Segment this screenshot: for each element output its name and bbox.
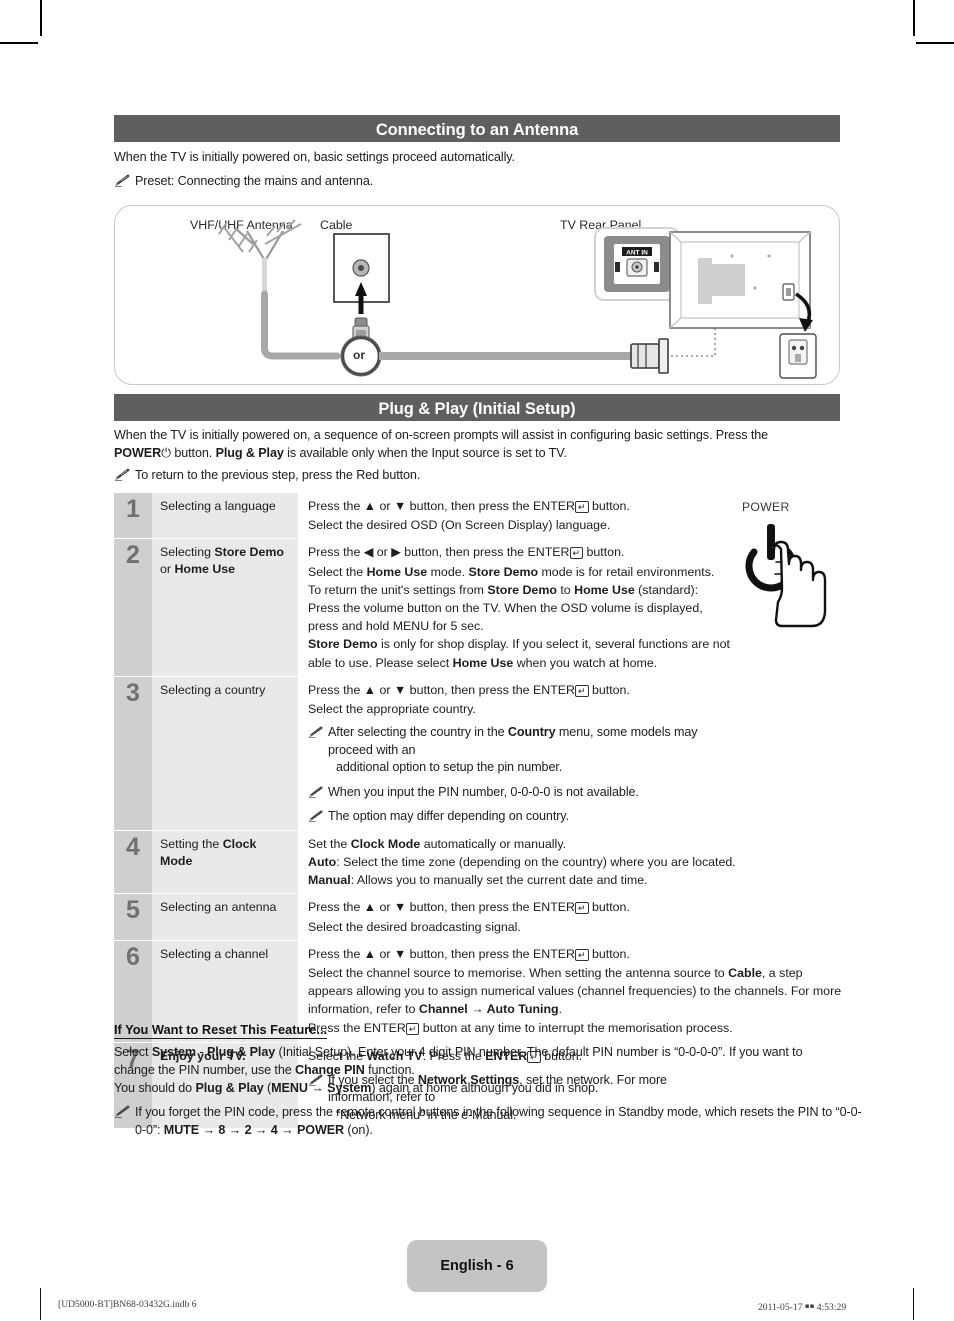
page-number-badge: English - 6 — [407, 1240, 547, 1292]
plugplay-intro-text: When the TV is initially powered on, a s… — [114, 427, 814, 462]
step-number: 1 — [114, 493, 152, 539]
reset-section-heading: If You Want to Reset This Feature... — [114, 1022, 328, 1039]
step-title: Selecting a language — [152, 493, 298, 539]
section-header-antenna-title: Connecting to an Antenna — [375, 121, 579, 139]
step-number: 2 — [114, 539, 152, 676]
print-file-reference: [UD5000-BT]BN68-03432G.indb 6 — [58, 1299, 197, 1310]
power-button-illustration — [726, 516, 846, 628]
power-glyph-icon: ⏻ — [161, 445, 171, 460]
plugplay-intro-mid: button. — [170, 445, 216, 460]
step-desc-line: Select the Home Use mode. Store Demo mod… — [308, 564, 715, 579]
step-number: 3 — [114, 676, 152, 830]
step-desc-line: Select the desired broadcasting signal. — [308, 919, 521, 934]
power-illustration-label: POWER — [742, 500, 790, 514]
plugplay-red-button-note-label: To return to the previous step, press th… — [135, 468, 421, 482]
pencil-icon — [308, 786, 325, 800]
step-note: After selecting the country in the Count… — [308, 724, 733, 777]
crop-mark-top-left-horizontal — [0, 42, 38, 44]
step-note: The option may differ depending on count… — [308, 808, 733, 826]
crop-mark-top-right-vertical — [913, 0, 915, 36]
page-number-label: English - 6 — [440, 1258, 514, 1274]
antenna-preset-note-label: Preset: Connecting the mains and antenna… — [135, 174, 374, 188]
step-desc-line: press and hold MENU for 5 sec. — [308, 619, 484, 634]
plug-and-play-keyword: Plug & Play — [215, 445, 284, 460]
power-keyword: POWER — [114, 445, 162, 460]
step-description: Press the ▲ or ▼ button, then press the … — [298, 676, 733, 830]
step-title: Selecting an antenna — [152, 894, 298, 940]
print-timestamp: 2011-05-17 ￭￭ 4:53:29 — [758, 1302, 847, 1313]
step-title: Selecting a country — [152, 676, 298, 830]
step-title: Selecting Store Demo or Home Use — [152, 539, 298, 676]
crop-mark-top-right-horizontal — [916, 42, 954, 44]
table-row: 4 Setting the Clock Mode Set the Clock M… — [114, 830, 736, 895]
diagram-label-or: or — [353, 348, 365, 362]
step-desc-line: Store Demo is only for shop display. If … — [308, 637, 730, 652]
step-description: Press the ◀ or ▶ button, then press the … — [298, 539, 733, 676]
reset-pin-forgot-note: If you forget the PIN code, press the re… — [114, 1104, 863, 1139]
step-desc-line: Manual: Allows you to manually set the c… — [308, 873, 648, 888]
pencil-icon — [308, 810, 325, 824]
step-desc-line: Select the desired OSD (On Screen Displa… — [308, 518, 611, 533]
section-header-plug-and-play-title: Plug & Play (Initial Setup) — [378, 400, 576, 418]
step-desc-line: Select the channel source to memorise. W… — [308, 965, 803, 980]
table-row: 2 Selecting Store Demo or Home Use Press… — [114, 539, 733, 677]
crop-mark-top-left-vertical — [40, 0, 42, 36]
pencil-icon — [114, 174, 131, 188]
section-header-antenna: Connecting to an Antenna — [114, 115, 840, 142]
step-title: Setting the Clock Mode — [152, 830, 298, 894]
antenna-intro-label: When the TV is initially powered on, bas… — [114, 150, 515, 164]
step-description: Press the ▲ or ▼ button, then press the … — [298, 493, 733, 539]
step-note: When you input the PIN number, 0-0-0-0 i… — [308, 784, 733, 802]
step-desc-line: able to use. Please select Home Use when… — [308, 655, 658, 670]
step-desc-line: Press the ◀ or ▶ button, then press the … — [308, 545, 625, 560]
step-title-label: Selecting a country — [160, 682, 266, 697]
step-description: Set the Clock Mode automatically or manu… — [298, 830, 736, 894]
step-desc-line: Press the ▲ or ▼ button, then press the … — [308, 900, 630, 915]
manual-page: Connecting to an Antenna When the TV is … — [0, 0, 954, 1321]
step-desc-line: Press the volume button on the TV. When … — [308, 601, 703, 616]
step-description: Press the ▲ or ▼ button, then press the … — [298, 940, 842, 1042]
step-desc-line: appears allowing you to assign numerical… — [308, 984, 842, 999]
pencil-icon — [308, 726, 325, 740]
step-number: 5 — [114, 894, 152, 940]
antenna-connection-diagram: VHF/UHF Antenna Cable TV Rear Panel ANT … — [114, 205, 840, 385]
plugplay-intro-end: is available only when the Input source … — [283, 445, 567, 460]
step-desc-line: Set the Clock Mode automatically or manu… — [308, 836, 567, 851]
step-desc-line: Press the ▲ or ▼ button, then press the … — [308, 682, 630, 697]
section-header-plug-and-play: Plug & Play (Initial Setup) — [114, 394, 840, 421]
plugplay-intro-line1: When the TV is initially powered on, a s… — [114, 428, 769, 442]
step-number: 4 — [114, 830, 152, 894]
step-desc-line: To return the unit's settings from Store… — [308, 582, 699, 597]
reset-paragraph-1: Select System - Plug & Play (Initial Set… — [114, 1045, 803, 1077]
step-description: Press the ▲ or ▼ button, then press the … — [298, 894, 733, 940]
step-desc-line: Auto: Select the time zone (depending on… — [308, 854, 736, 869]
svg-text:ANT IN: ANT IN — [626, 250, 648, 257]
step-title-label: Selecting a channel — [160, 946, 269, 961]
reset-paragraph-2: You should do Plug & Play (MENU → System… — [114, 1081, 599, 1095]
step-title-label: Selecting an antenna — [160, 900, 277, 915]
diagram-artwork: ANT IN — [218, 219, 817, 379]
table-row: 3 Selecting a country Press the ▲ or ▼ b… — [114, 676, 733, 831]
step-desc-line: Press the ▲ or ▼ button, then press the … — [308, 499, 630, 513]
table-row: 1 Selecting a language Press the ▲ or ▼ … — [114, 493, 733, 540]
crop-mark-bottom-left-vertical — [40, 1288, 42, 1320]
step-desc-line: information, refer to Channel → Auto Tun… — [308, 1002, 563, 1017]
pencil-icon — [114, 1105, 131, 1119]
reset-note-text: If you forget the PIN code, press the re… — [135, 1105, 862, 1137]
step-title-label: Selecting a language — [160, 499, 276, 513]
antenna-intro-text: When the TV is initially powered on, bas… — [114, 149, 840, 167]
plugplay-red-button-note: To return to the previous step, press th… — [114, 467, 835, 485]
step-desc-line: Select the appropriate country. — [308, 702, 476, 717]
crop-mark-bottom-right-vertical — [913, 1288, 915, 1320]
table-row: 5 Selecting an antenna Press the ▲ or ▼ … — [114, 894, 733, 941]
step-desc-line: Press the ▲ or ▼ button, then press the … — [308, 946, 630, 961]
pencil-icon — [114, 468, 131, 482]
antenna-preset-note: Preset: Connecting the mains and antenna… — [114, 173, 861, 191]
step-desc-line: Press the ENTER ↵ button at any time to i… — [308, 1020, 733, 1035]
